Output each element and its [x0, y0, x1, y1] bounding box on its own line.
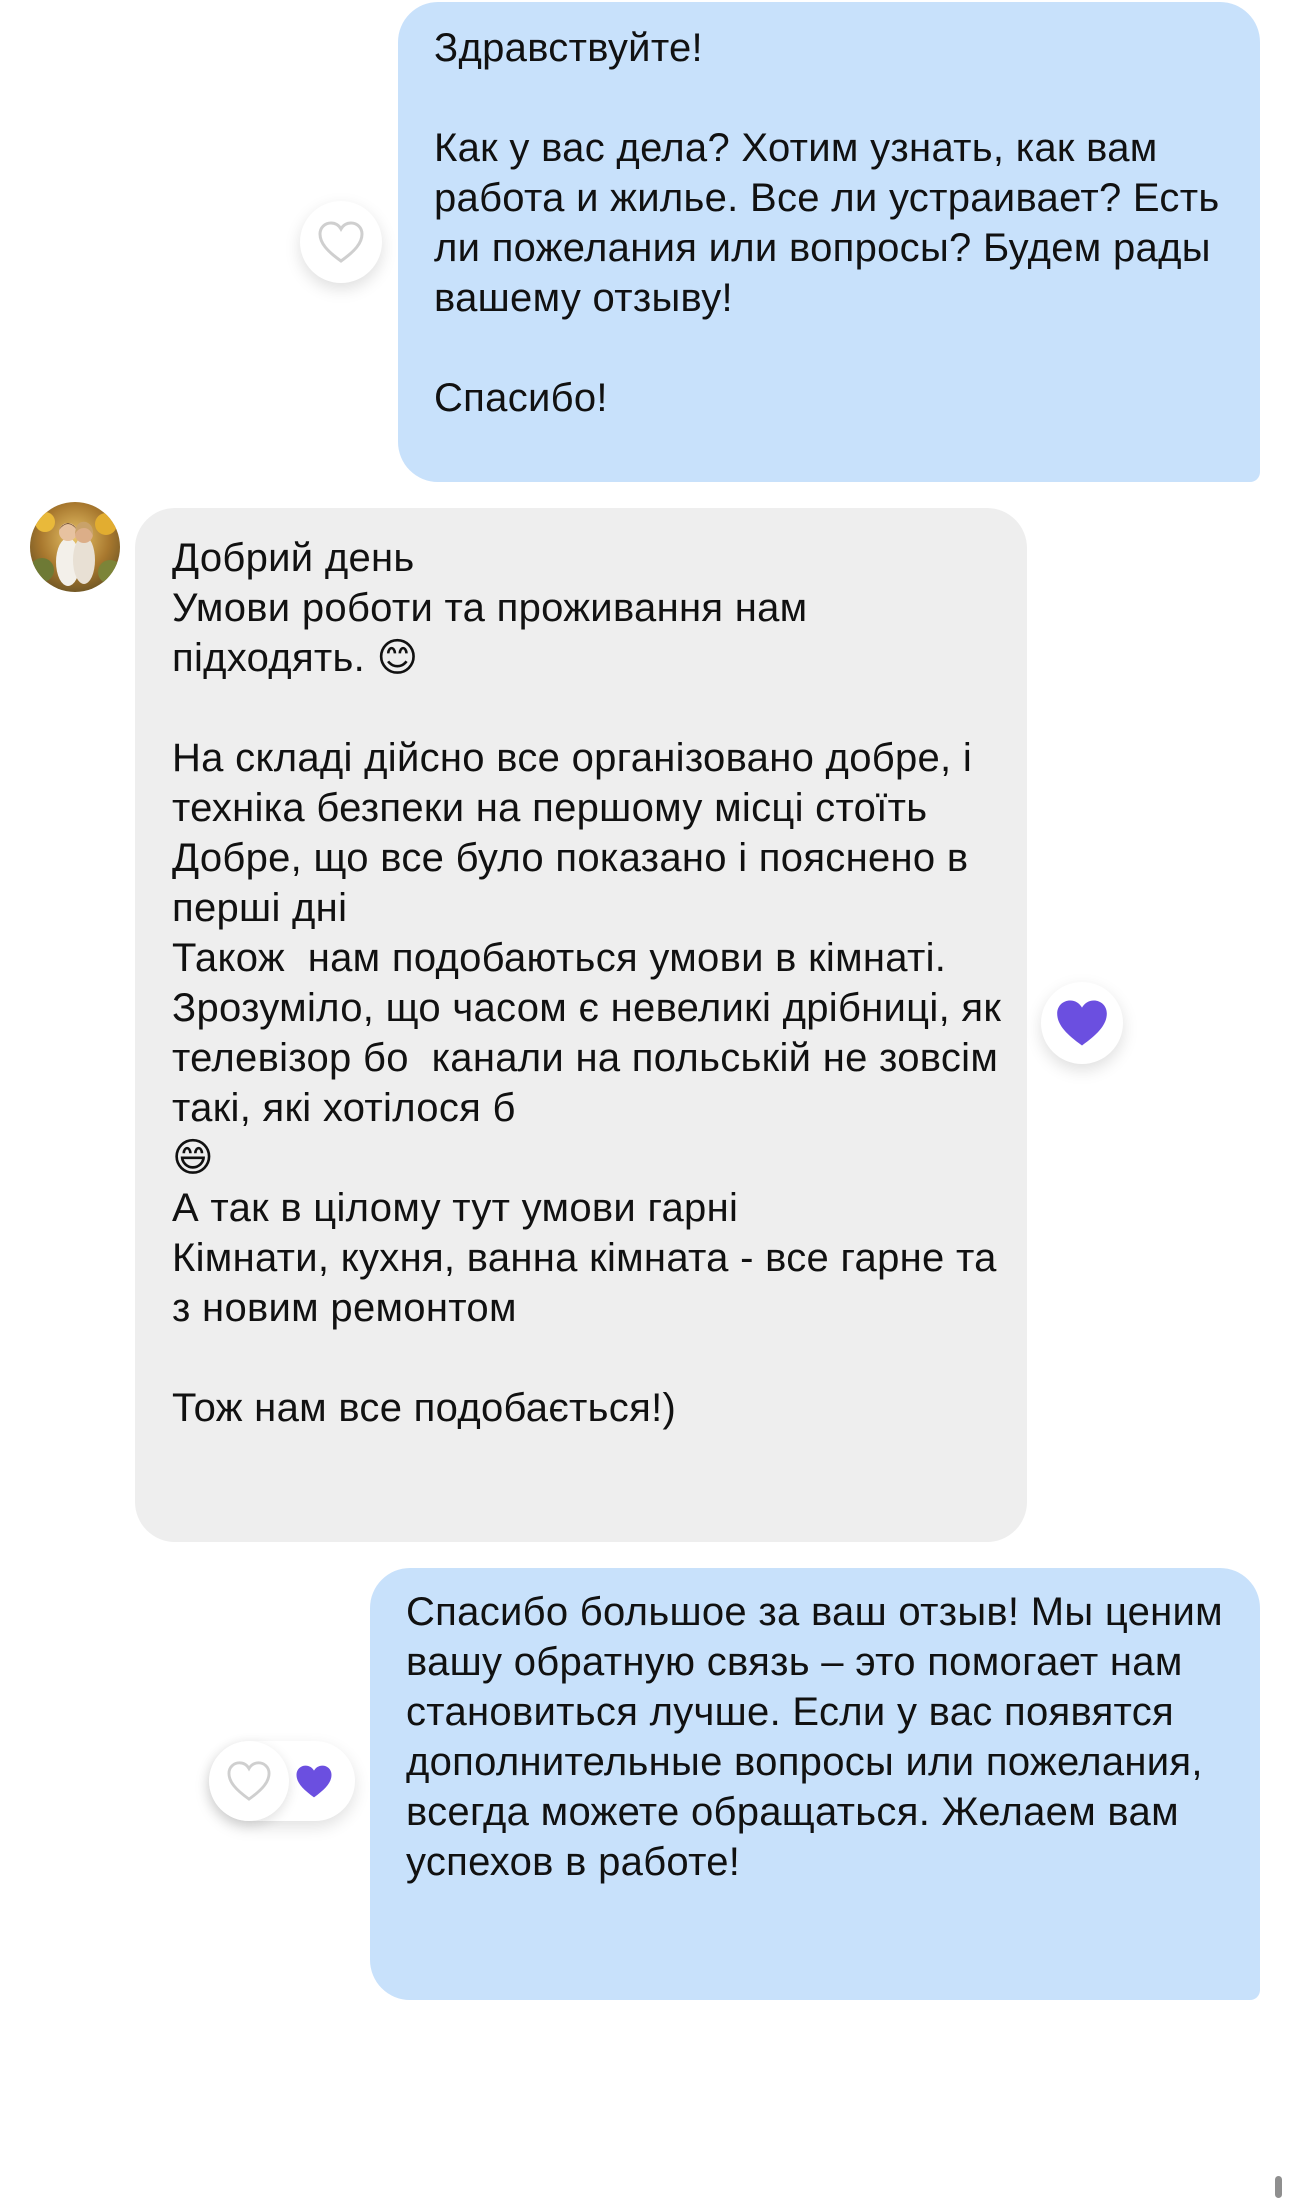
message-bubble-incoming[interactable]: Добрий день Умови роботи та проживання н…: [135, 508, 1027, 1542]
heart-filled-icon: [293, 1761, 335, 1801]
reactions-pill[interactable]: [209, 1741, 355, 1821]
message-bubble-outgoing[interactable]: Здравствуйте! Как у вас дела? Хотим узна…: [398, 2, 1260, 482]
reaction-heart-outline-button[interactable]: [300, 201, 382, 283]
avatar-photo: [30, 502, 120, 592]
reaction-heart-outline-button[interactable]: [209, 1741, 289, 1821]
heart-filled-icon: [1057, 1000, 1107, 1046]
message-bubble-outgoing[interactable]: Спасибо большое за ваш отзыв! Мы ценим в…: [370, 1568, 1260, 2000]
contact-avatar[interactable]: [30, 502, 120, 592]
heart-outline-icon: [227, 1761, 271, 1801]
heart-outline-icon: [318, 221, 364, 263]
scrollbar[interactable]: [1275, 2176, 1282, 2198]
reaction-heart-filled-button[interactable]: [1041, 982, 1123, 1064]
